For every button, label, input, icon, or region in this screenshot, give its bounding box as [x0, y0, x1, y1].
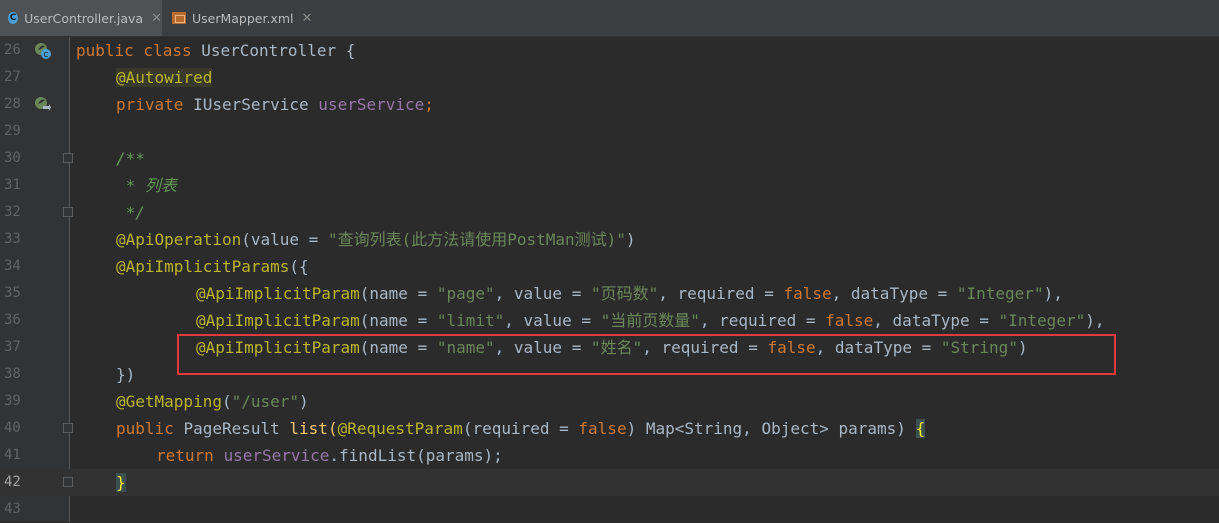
- code-text: @ApiImplicitParam(name = "page", value =…: [196, 284, 1063, 303]
- code-line-33: 33 @ApiOperation(value = "查询列表(此方法请使用Pos…: [0, 226, 1219, 253]
- close-icon[interactable]: ✕: [151, 11, 162, 26]
- code-line-34: 34 @ApiImplicitParams({: [0, 253, 1219, 280]
- line-number: 29: [4, 123, 21, 139]
- xml-file-icon: [172, 12, 186, 24]
- code-text: }: [116, 473, 126, 492]
- code-line-27: 27 @Autowired: [0, 64, 1219, 91]
- code-line-26: 26 C public class UserController {: [0, 37, 1219, 64]
- line-number: 38: [4, 366, 21, 382]
- code-text: public class UserController {: [76, 41, 356, 60]
- line-number: 40: [4, 420, 21, 436]
- line-number: 33: [4, 231, 21, 247]
- code-text: @ApiImplicitParam(name = "name", value =…: [196, 338, 1028, 357]
- line-number: 35: [4, 285, 21, 301]
- fold-marker[interactable]: [63, 153, 73, 163]
- code-line-42-current: 42 }: [0, 469, 1219, 496]
- code-text: @ApiImplicitParams({: [116, 257, 309, 276]
- editor-tab-bar: C UserController.java ✕ UserMapper.xml ✕: [0, 0, 1219, 37]
- code-line-39: 39 @GetMapping("/user"): [0, 388, 1219, 415]
- java-class-icon: C: [8, 12, 19, 24]
- line-number: 30: [4, 150, 21, 166]
- code-text: @GetMapping("/user"): [116, 392, 309, 411]
- fold-marker[interactable]: [63, 423, 73, 433]
- line-number: 36: [4, 312, 21, 328]
- code-text: * 列表: [116, 176, 177, 195]
- code-line-35: 35 @ApiImplicitParam(name = "page", valu…: [0, 280, 1219, 307]
- line-number: 27: [4, 69, 21, 85]
- line-number: 32: [4, 204, 21, 220]
- line-number: 26: [4, 42, 21, 58]
- close-icon[interactable]: ✕: [302, 11, 313, 26]
- fold-marker[interactable]: [63, 207, 73, 217]
- code-line-31: 31 * 列表: [0, 172, 1219, 199]
- code-line-30: 30 /**: [0, 145, 1219, 172]
- code-text: return userService.findList(params);: [156, 446, 503, 465]
- line-number: 37: [4, 339, 21, 355]
- line-number: 31: [4, 177, 21, 193]
- tab-label: UserMapper.xml: [192, 10, 294, 26]
- code-line-37: 37 @ApiImplicitParam(name = "name", valu…: [0, 334, 1219, 361]
- tab-usercontroller-java[interactable]: C UserController.java ✕: [0, 0, 162, 36]
- code-line-28: 28 private IUserService userService;: [0, 91, 1219, 118]
- code-text: */: [116, 203, 145, 222]
- code-line-43: 43: [0, 496, 1219, 523]
- code-text: public PageResult list(@RequestParam(req…: [116, 419, 926, 438]
- line-number: 39: [4, 393, 21, 409]
- tab-usermapper-xml[interactable]: UserMapper.xml ✕: [164, 0, 314, 36]
- code-line-40: 40 public PageResult list(@RequestParam(…: [0, 415, 1219, 442]
- tab-label: UserController.java: [24, 10, 144, 26]
- code-text: @ApiImplicitParam(name = "limit", value …: [196, 311, 1105, 330]
- code-text: private IUserService userService;: [116, 95, 434, 114]
- line-number: 34: [4, 258, 21, 274]
- fold-marker[interactable]: [63, 477, 73, 487]
- code-text: @ApiOperation(value = "查询列表(此方法请使用PostMa…: [116, 230, 636, 249]
- line-number: 41: [4, 447, 21, 463]
- spring-bean-icon[interactable]: C: [33, 41, 51, 59]
- line-number: 43: [4, 501, 21, 517]
- code-line-36: 36 @ApiImplicitParam(name = "limit", val…: [0, 307, 1219, 334]
- line-number: 42: [4, 474, 21, 490]
- code-line-38: 38 }): [0, 361, 1219, 388]
- code-text: }): [116, 365, 136, 384]
- code-line-41: 41 return userService.findList(params);: [0, 442, 1219, 469]
- spring-autowired-icon[interactable]: [33, 95, 51, 113]
- code-line-29: 29: [0, 118, 1219, 145]
- line-number: 28: [4, 96, 21, 112]
- code-text: /**: [116, 149, 145, 168]
- svg-text:C: C: [44, 51, 49, 59]
- code-line-32: 32 */: [0, 199, 1219, 226]
- code-text: @Autowired: [116, 68, 213, 87]
